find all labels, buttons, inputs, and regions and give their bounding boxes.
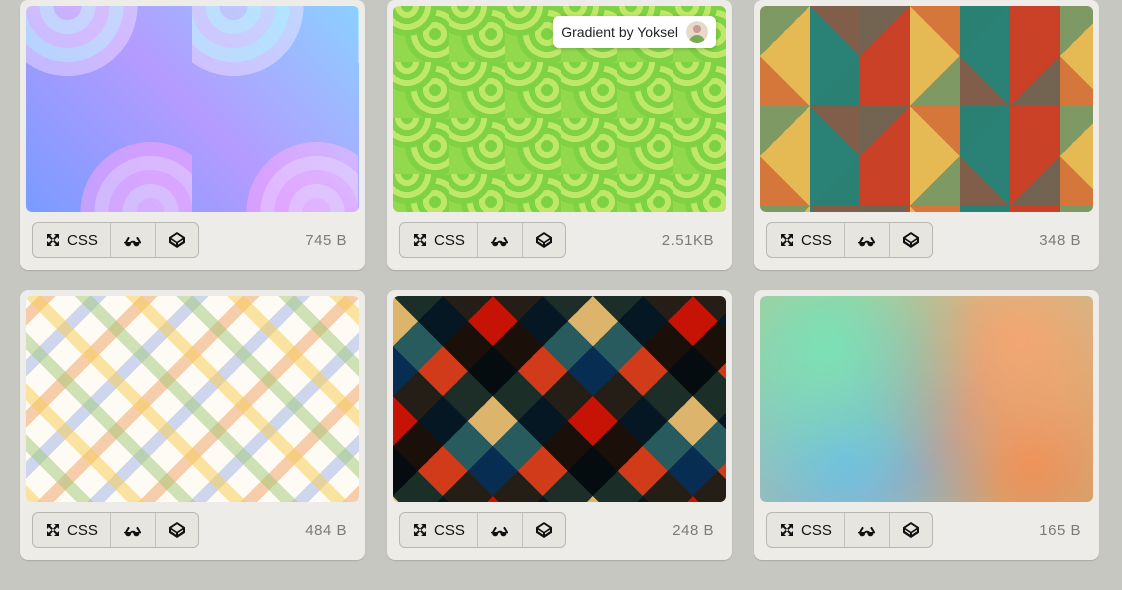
preview-3d-button[interactable] xyxy=(845,223,890,257)
codepen-icon xyxy=(902,231,920,249)
card-footer: CSS 484 B xyxy=(26,502,359,554)
codepen-icon xyxy=(535,521,553,539)
codepen-button[interactable] xyxy=(890,513,932,547)
card-footer: CSS 2.51KB xyxy=(393,212,726,264)
pattern-card: CSS 348 B xyxy=(754,0,1099,270)
preview-3d-button[interactable] xyxy=(111,513,156,547)
preview-3d-button[interactable] xyxy=(845,513,890,547)
codepen-button[interactable] xyxy=(156,223,198,257)
css-button[interactable]: CSS xyxy=(400,513,478,547)
avatar xyxy=(686,21,708,43)
button-group: CSS xyxy=(399,222,566,258)
button-group: CSS xyxy=(766,512,933,548)
pattern-preview[interactable] xyxy=(393,296,726,502)
pattern-preview[interactable] xyxy=(760,296,1093,502)
expand-icon xyxy=(412,522,428,538)
card-footer: CSS 745 B xyxy=(26,212,359,264)
pattern-card: Gradient by Yoksel CSS 2.51KB xyxy=(387,0,732,270)
expand-icon xyxy=(779,522,795,538)
codepen-button[interactable] xyxy=(156,513,198,547)
file-size: 248 B xyxy=(672,522,720,539)
codepen-icon xyxy=(902,521,920,539)
pattern-preview[interactable]: Gradient by Yoksel xyxy=(393,6,726,212)
tooltip-text: Gradient by Yoksel xyxy=(561,24,678,40)
button-group: CSS xyxy=(399,512,566,548)
pattern-card: CSS 484 B xyxy=(20,290,365,560)
codepen-button[interactable] xyxy=(523,223,565,257)
pattern-card: CSS 165 B xyxy=(754,290,1099,560)
codepen-button[interactable] xyxy=(523,513,565,547)
expand-icon xyxy=(45,232,61,248)
card-footer: CSS 248 B xyxy=(393,502,726,554)
css-label: CSS xyxy=(434,232,465,249)
expand-icon xyxy=(45,522,61,538)
card-footer: CSS 348 B xyxy=(760,212,1093,264)
glasses-icon xyxy=(123,233,143,247)
css-button[interactable]: CSS xyxy=(400,223,478,257)
css-button[interactable]: CSS xyxy=(767,513,845,547)
css-button[interactable]: CSS xyxy=(33,223,111,257)
glasses-icon xyxy=(490,233,510,247)
author-tooltip: Gradient by Yoksel xyxy=(553,16,716,48)
card-footer: CSS 165 B xyxy=(760,502,1093,554)
css-button[interactable]: CSS xyxy=(33,513,111,547)
codepen-icon xyxy=(535,231,553,249)
file-size: 2.51KB xyxy=(662,232,720,249)
pattern-preview[interactable] xyxy=(26,6,359,212)
file-size: 348 B xyxy=(1039,232,1087,249)
css-label: CSS xyxy=(67,232,98,249)
preview-3d-button[interactable] xyxy=(478,513,523,547)
expand-icon xyxy=(779,232,795,248)
file-size: 484 B xyxy=(305,522,353,539)
codepen-icon xyxy=(168,521,186,539)
pattern-preview[interactable] xyxy=(26,296,359,502)
file-size: 165 B xyxy=(1039,522,1087,539)
glasses-icon xyxy=(123,523,143,537)
glasses-icon xyxy=(857,523,877,537)
codepen-icon xyxy=(168,231,186,249)
css-label: CSS xyxy=(67,522,98,539)
pattern-card: CSS 248 B xyxy=(387,290,732,560)
css-button[interactable]: CSS xyxy=(767,223,845,257)
button-group: CSS xyxy=(32,222,199,258)
pattern-card: CSS 745 B xyxy=(20,0,365,270)
glasses-icon xyxy=(857,233,877,247)
pattern-preview[interactable] xyxy=(760,6,1093,212)
glasses-icon xyxy=(490,523,510,537)
expand-icon xyxy=(412,232,428,248)
css-label: CSS xyxy=(801,232,832,249)
codepen-button[interactable] xyxy=(890,223,932,257)
button-group: CSS xyxy=(32,512,199,548)
preview-3d-button[interactable] xyxy=(478,223,523,257)
css-label: CSS xyxy=(434,522,465,539)
file-size: 745 B xyxy=(305,232,353,249)
button-group: CSS xyxy=(766,222,933,258)
preview-3d-button[interactable] xyxy=(111,223,156,257)
css-label: CSS xyxy=(801,522,832,539)
